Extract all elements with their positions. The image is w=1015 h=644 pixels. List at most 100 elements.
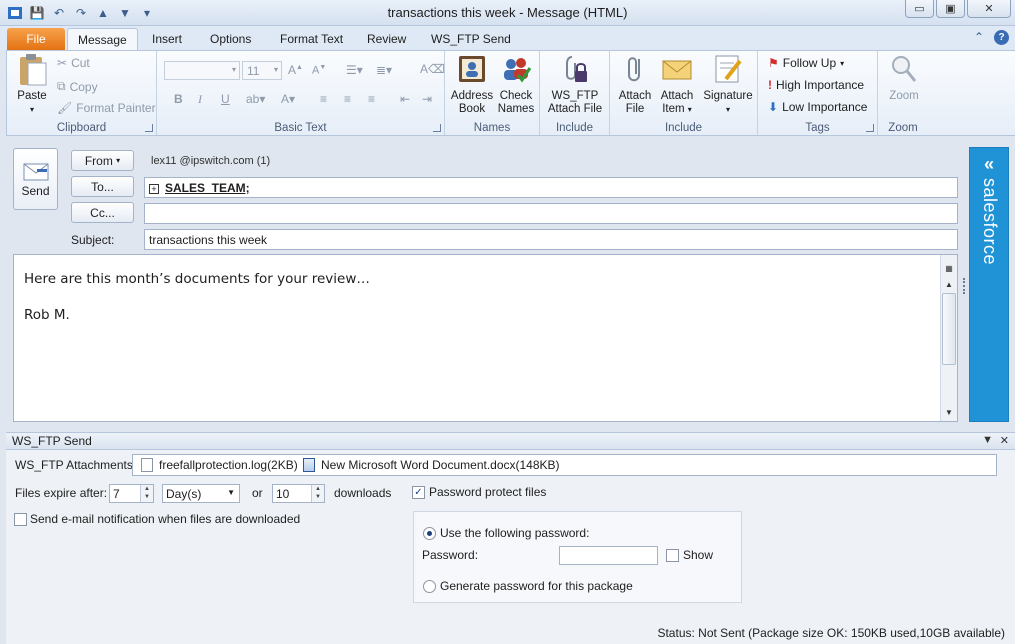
- clipboard-launcher-icon[interactable]: [145, 124, 153, 132]
- bullets-icon[interactable]: ☰▾: [346, 63, 363, 77]
- signature-button[interactable]: Signature ▾: [702, 53, 754, 116]
- expire-unit-select[interactable]: Day(s) ▼: [162, 484, 240, 503]
- password-protect-label: Password protect files: [429, 485, 547, 499]
- tab-file[interactable]: File: [7, 28, 65, 50]
- expire-value: 7: [113, 487, 120, 501]
- format-painter-button[interactable]: 🖌 Format Painter: [57, 101, 156, 115]
- align-right-icon[interactable]: ≡: [368, 92, 375, 106]
- send-button[interactable]: Send: [13, 148, 58, 210]
- subject-label: Subject:: [71, 233, 115, 247]
- message-body[interactable]: Here are this month’s documents for your…: [13, 254, 958, 422]
- grow-font-icon[interactable]: A▲: [288, 63, 303, 77]
- to-recipient[interactable]: SALES_TEAM;: [165, 181, 250, 195]
- from-account: lex11 @ipswitch.com (1): [151, 155, 271, 167]
- expire-value-stepper[interactable]: 7 ▲ ▼: [109, 484, 154, 503]
- tab-options[interactable]: Options: [200, 28, 261, 50]
- pane-close-icon[interactable]: ✕: [1000, 434, 1009, 447]
- maximize-button[interactable]: ▣: [936, 0, 965, 18]
- tab-review[interactable]: Review: [357, 28, 416, 50]
- zoom-button[interactable]: Zoom: [882, 53, 926, 103]
- password-input[interactable]: [559, 546, 658, 565]
- splitter-grip[interactable]: [963, 278, 966, 294]
- send-label: Send: [21, 184, 50, 198]
- body-line-1: Here are this month’s documents for your…: [24, 271, 370, 287]
- salesforce-panel[interactable]: « salesforce: [969, 147, 1009, 422]
- attachment-item[interactable]: freefallprotection.log(2KB): [141, 458, 298, 472]
- pane-menu-icon[interactable]: ▼: [982, 434, 993, 446]
- paste-dropdown-icon[interactable]: ▾: [13, 103, 51, 116]
- italic-button[interactable]: I: [198, 92, 202, 107]
- minimize-button[interactable]: ▭: [905, 0, 934, 18]
- include-group: Attach File Attach Item ▾ Signature ▾ In…: [610, 51, 758, 135]
- attach-file-button[interactable]: Attach File: [616, 53, 654, 116]
- use-password-radio[interactable]: [423, 527, 436, 540]
- flag-icon: ⚑: [768, 56, 779, 70]
- tab-insert[interactable]: Insert: [142, 28, 192, 50]
- expire-unit-value: Day(s): [166, 487, 202, 501]
- paste-button[interactable]: Paste ▾: [13, 53, 51, 116]
- increase-indent-icon[interactable]: ⇥: [422, 92, 432, 106]
- check-names-button[interactable]: Check Names: [495, 53, 537, 116]
- notify-checkbox[interactable]: [14, 513, 27, 526]
- tab-ws-ftp-send[interactable]: WS_FTP Send: [421, 28, 521, 50]
- notify-label: Send e-mail notification when files are …: [30, 512, 301, 526]
- attach-file-label-2: File: [625, 103, 645, 115]
- bold-button[interactable]: B: [174, 92, 183, 106]
- help-icon[interactable]: ?: [994, 30, 1009, 45]
- follow-up-button[interactable]: ⚑ Follow Up ▾: [768, 56, 844, 70]
- high-importance-button[interactable]: ! High Importance: [768, 78, 864, 92]
- highlight-icon[interactable]: ab▾: [246, 92, 265, 106]
- numbering-icon[interactable]: ≣▾: [376, 63, 392, 77]
- scroll-down-icon[interactable]: ▼: [942, 405, 956, 419]
- attachment-item[interactable]: New Microsoft Word Document.docx(148KB): [303, 458, 560, 472]
- stepper-arrows-icon[interactable]: ▲ ▼: [140, 485, 153, 502]
- password-protect-checkbox[interactable]: ✓: [412, 486, 425, 499]
- shrink-font-icon[interactable]: A▼: [312, 64, 326, 77]
- copy-icon: ⧉: [57, 79, 66, 93]
- tab-message[interactable]: Message: [67, 28, 138, 50]
- scroll-up-icon[interactable]: ▲: [942, 277, 956, 291]
- from-button[interactable]: From ▾: [71, 150, 134, 171]
- address-book-label-1: Address: [450, 90, 494, 102]
- copy-button[interactable]: ⧉ Copy: [57, 79, 98, 94]
- tags-launcher-icon[interactable]: [866, 124, 874, 132]
- scroll-thumb[interactable]: [942, 293, 956, 365]
- wsftp-pane-title: WS_FTP Send: [12, 434, 92, 448]
- paintbrush-icon: 🖌: [57, 101, 73, 115]
- body-scrollbar[interactable]: ▦ ▲ ▼: [940, 255, 957, 421]
- generate-password-label: Generate password for this package: [440, 579, 633, 593]
- ruler-toggle-icon[interactable]: ▦: [942, 261, 956, 275]
- font-size-box[interactable]: 11 ▾: [242, 61, 282, 80]
- downloads-stepper[interactable]: 10 ▲ ▼: [272, 484, 325, 503]
- expand-group-icon[interactable]: +: [149, 183, 159, 194]
- to-field[interactable]: + SALES_TEAM;: [144, 177, 958, 198]
- clear-formatting-icon[interactable]: A⌫: [420, 62, 445, 76]
- address-book-button[interactable]: Address Book: [449, 53, 495, 116]
- cc-field[interactable]: [144, 203, 958, 224]
- wsftp-attach-file-button[interactable]: WS_FTP Attach File: [544, 53, 606, 116]
- attach-item-button[interactable]: Attach Item ▾: [658, 53, 696, 116]
- to-button[interactable]: To...: [71, 176, 134, 197]
- subject-field[interactable]: transactions this week: [144, 229, 958, 250]
- font-color-icon[interactable]: A▾: [281, 92, 295, 106]
- cc-button[interactable]: Cc...: [71, 202, 134, 223]
- signature-dropdown-icon[interactable]: ▾: [702, 103, 754, 116]
- decrease-indent-icon[interactable]: ⇤: [400, 92, 410, 106]
- align-center-icon[interactable]: ≡: [344, 92, 351, 106]
- underline-button[interactable]: U: [221, 92, 230, 106]
- font-name-box[interactable]: ▾: [164, 61, 240, 80]
- tab-format-text[interactable]: Format Text: [270, 28, 353, 50]
- collapse-ribbon-icon[interactable]: ⌃: [974, 30, 984, 45]
- cut-button[interactable]: ✂ Cut: [57, 56, 90, 70]
- close-button[interactable]: ✕: [967, 0, 1011, 18]
- password-label: Password:: [422, 548, 479, 562]
- align-left-icon[interactable]: ≡: [320, 92, 327, 106]
- wsftp-attachments-box[interactable]: freefallprotection.log(2KB) New Microsof…: [132, 454, 997, 476]
- show-password-checkbox[interactable]: [666, 549, 679, 562]
- generate-password-radio[interactable]: [423, 580, 436, 593]
- low-importance-button[interactable]: ⬇ Low Importance: [768, 100, 867, 114]
- salesforce-expand-icon[interactable]: «: [970, 154, 1008, 175]
- magnifier-icon: [888, 53, 920, 85]
- basic-text-launcher-icon[interactable]: [433, 124, 441, 132]
- stepper-arrows-icon[interactable]: ▲ ▼: [311, 485, 324, 502]
